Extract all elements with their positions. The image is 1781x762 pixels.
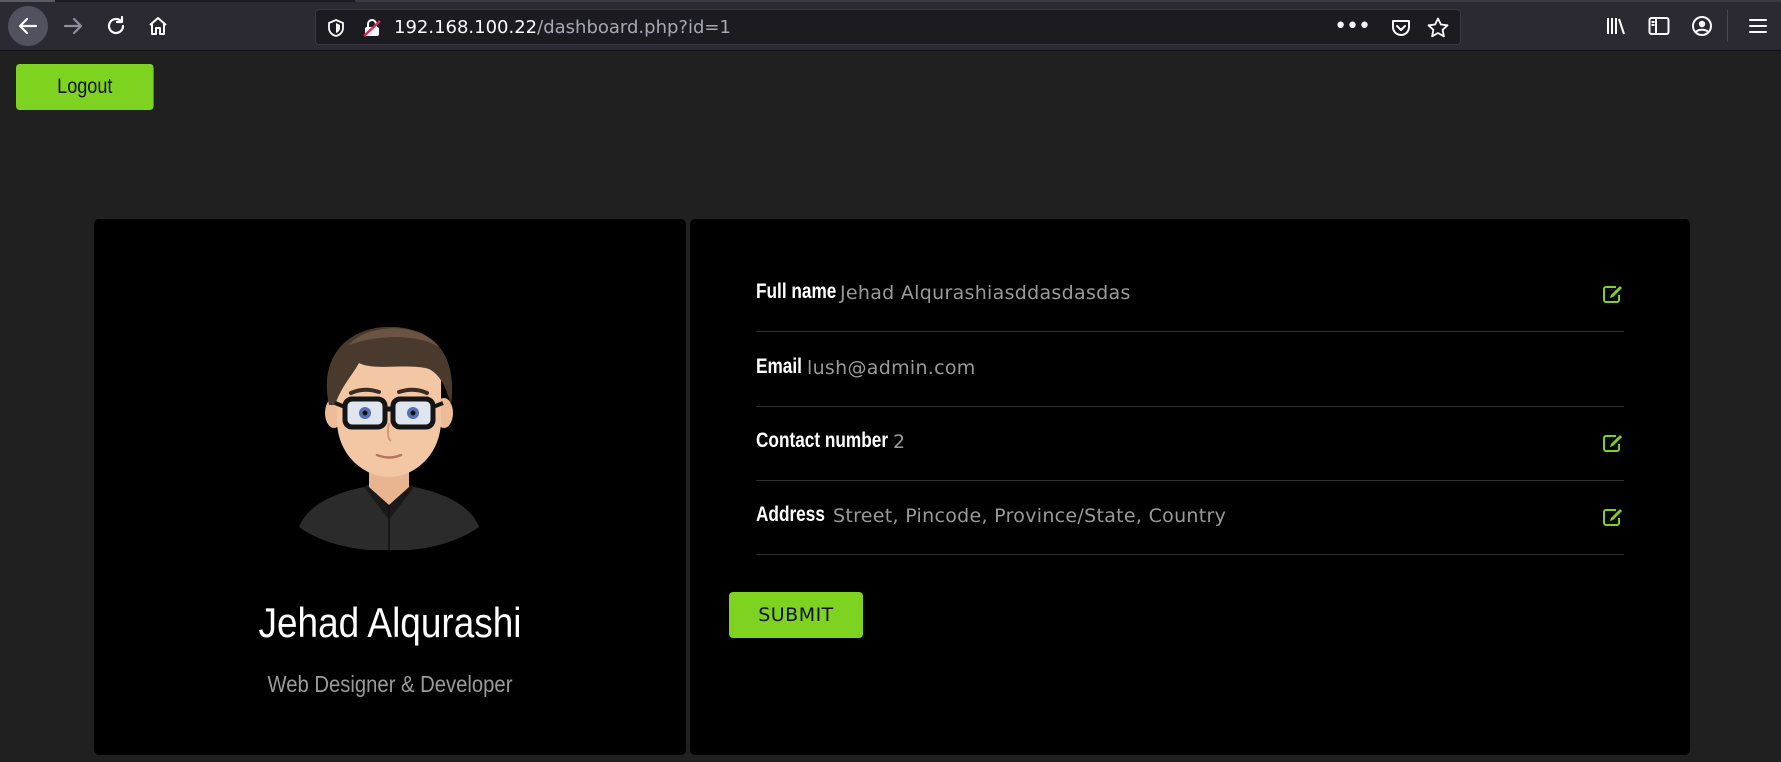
field-contact-number: Contact number 2 bbox=[756, 407, 1624, 481]
logout-button[interactable]: Logout bbox=[16, 64, 154, 110]
edit-icon[interactable] bbox=[1602, 433, 1624, 453]
address-bar[interactable]: 192.168.100.22/dashboard.php?id=1 ••• bbox=[315, 9, 1461, 45]
profile-form-card: Full name Jehad Alqurashiasddasdasdas Em… bbox=[690, 219, 1690, 755]
full-name-label: Full name bbox=[756, 280, 837, 303]
address-label: Address bbox=[756, 503, 825, 526]
logout-label: Logout bbox=[57, 75, 113, 98]
url-host: 192.168.100.22 bbox=[394, 17, 538, 38]
field-full-name: Full name Jehad Alqurashiasddasdasdas bbox=[756, 258, 1624, 332]
account-icon[interactable] bbox=[1688, 12, 1716, 40]
active-tab-indicator bbox=[0, 0, 55, 2]
sidebar-icon[interactable] bbox=[1645, 12, 1673, 40]
pocket-icon[interactable] bbox=[1390, 17, 1412, 39]
insecure-lock-icon[interactable] bbox=[362, 18, 382, 38]
avatar bbox=[289, 305, 489, 551]
back-arrow-icon[interactable] bbox=[8, 6, 48, 46]
inactive-tab[interactable] bbox=[355, 0, 1781, 2]
home-icon[interactable] bbox=[137, 8, 179, 44]
edit-icon[interactable] bbox=[1602, 507, 1624, 527]
star-icon[interactable] bbox=[1426, 16, 1450, 40]
address-value[interactable]: Street, Pincode, Province/State, Country bbox=[833, 505, 1226, 527]
url-path: /dashboard.php?id=1 bbox=[537, 17, 731, 38]
profile-card: Jehad Alqurashi Web Designer & Developer bbox=[94, 219, 686, 755]
contact-number-value[interactable]: 2 bbox=[893, 431, 905, 453]
field-email: Email lush@admin.com bbox=[756, 333, 1624, 407]
profile-name: Jehad Alqurashi bbox=[258, 599, 522, 646]
edit-icon[interactable] bbox=[1602, 284, 1624, 304]
library-icon[interactable] bbox=[1603, 12, 1631, 40]
browser-toolbar: 192.168.100.22/dashboard.php?id=1 ••• bbox=[0, 0, 1781, 51]
email-label: Email bbox=[756, 355, 802, 378]
profile-role: Web Designer & Developer bbox=[267, 671, 513, 697]
toolbar-divider bbox=[1727, 10, 1728, 42]
more-dots-icon[interactable]: ••• bbox=[1334, 14, 1371, 39]
full-name-value[interactable]: Jehad Alqurashiasddasdasdas bbox=[840, 282, 1131, 304]
tab-strip bbox=[0, 0, 1781, 2]
reload-icon[interactable] bbox=[95, 8, 137, 44]
contact-number-label: Contact number bbox=[756, 429, 889, 452]
forward-arrow-icon[interactable] bbox=[52, 8, 94, 44]
submit-button[interactable]: SUBMIT bbox=[729, 592, 863, 638]
url-text[interactable]: 192.168.100.22/dashboard.php?id=1 bbox=[394, 17, 731, 38]
field-address: Address Street, Pincode, Province/State,… bbox=[756, 481, 1624, 555]
email-value[interactable]: lush@admin.com bbox=[807, 357, 976, 379]
shield-icon[interactable] bbox=[326, 18, 346, 38]
hamburger-menu-icon[interactable] bbox=[1744, 12, 1772, 40]
